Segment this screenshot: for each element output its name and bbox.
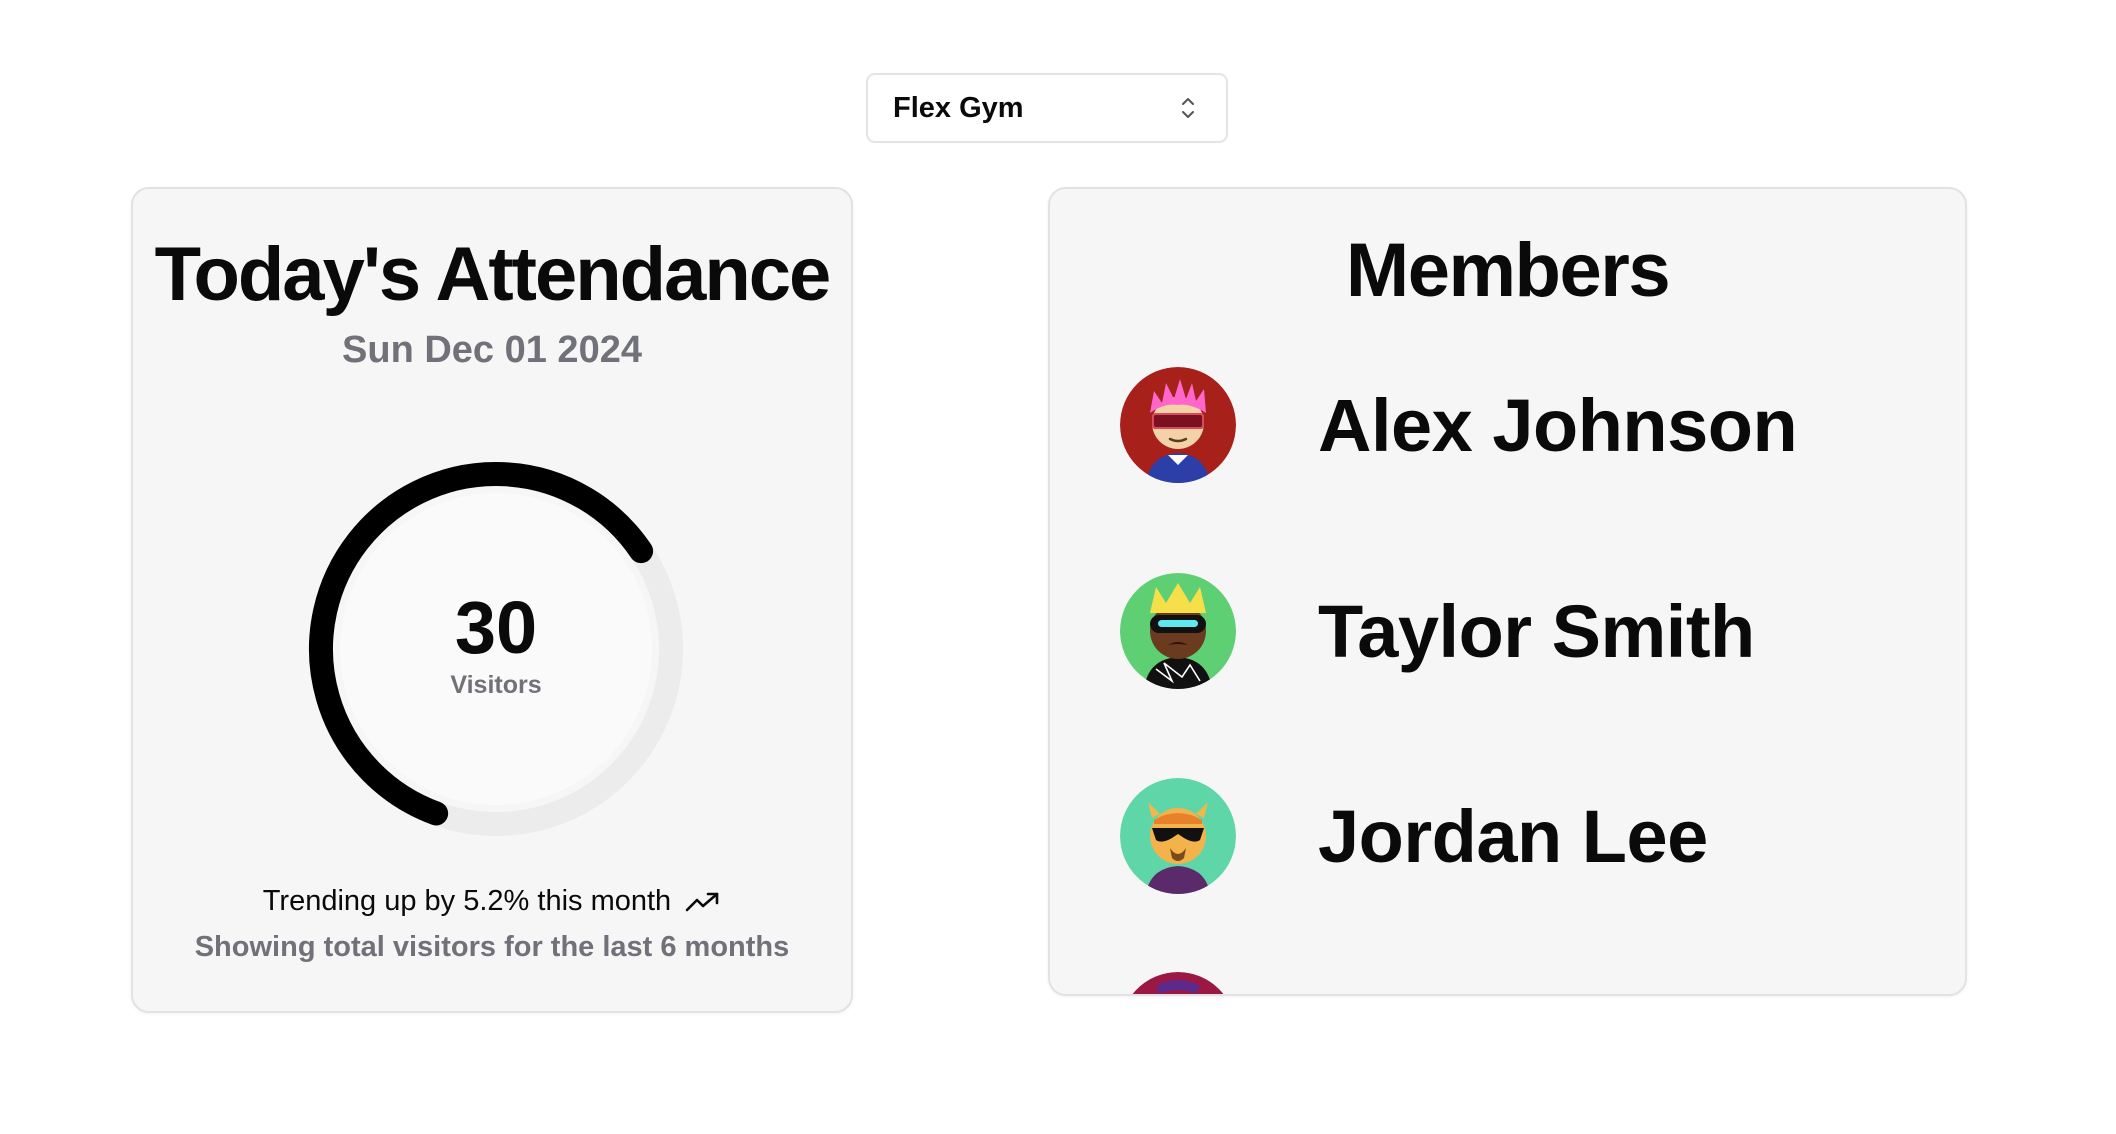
visitors-label: Visitors — [450, 670, 542, 699]
gym-select-value: Flex Gym — [893, 91, 1024, 124]
attendance-date: Sun Dec 01 2024 — [342, 329, 642, 371]
members-card: Members Alex Johnson Taylor Smith Jordan… — [1048, 187, 1967, 996]
member-name: Jordan Lee — [1318, 794, 1708, 878]
attendance-caption: Showing total visitors for the last 6 mo… — [194, 931, 790, 963]
trending-up-icon — [685, 892, 719, 911]
member-row[interactable] — [1120, 972, 1318, 994]
attendance-title: Today's Attendance — [154, 232, 832, 317]
chevron-up-down-icon — [1182, 98, 1194, 118]
attendance-card: Today's Attendance Sun Dec 01 2024 30 Vi… — [131, 187, 853, 1013]
member-row[interactable]: Alex Johnson — [1120, 367, 1798, 483]
avatar-crown-visor-icon — [1120, 573, 1236, 689]
members-title: Members — [1345, 228, 1671, 313]
visitors-count: 30 — [454, 585, 538, 669]
gym-select[interactable]: Flex Gym — [866, 73, 1228, 143]
member-row[interactable]: Taylor Smith — [1120, 573, 1755, 689]
trend-text: Trending up by 5.2% this month — [262, 885, 672, 917]
avatar-pink-hair-glasses-icon — [1120, 367, 1236, 483]
avatar-partial-icon — [1120, 972, 1236, 994]
member-name: Taylor Smith — [1318, 589, 1755, 673]
avatar-horns-sunglasses-icon — [1120, 778, 1236, 894]
trend-row: Trending up by 5.2% this month — [133, 885, 851, 918]
member-row[interactable]: Jordan Lee — [1120, 778, 1708, 894]
member-name: Alex Johnson — [1318, 383, 1798, 467]
visitors-gauge: 30 Visitors — [306, 459, 686, 839]
